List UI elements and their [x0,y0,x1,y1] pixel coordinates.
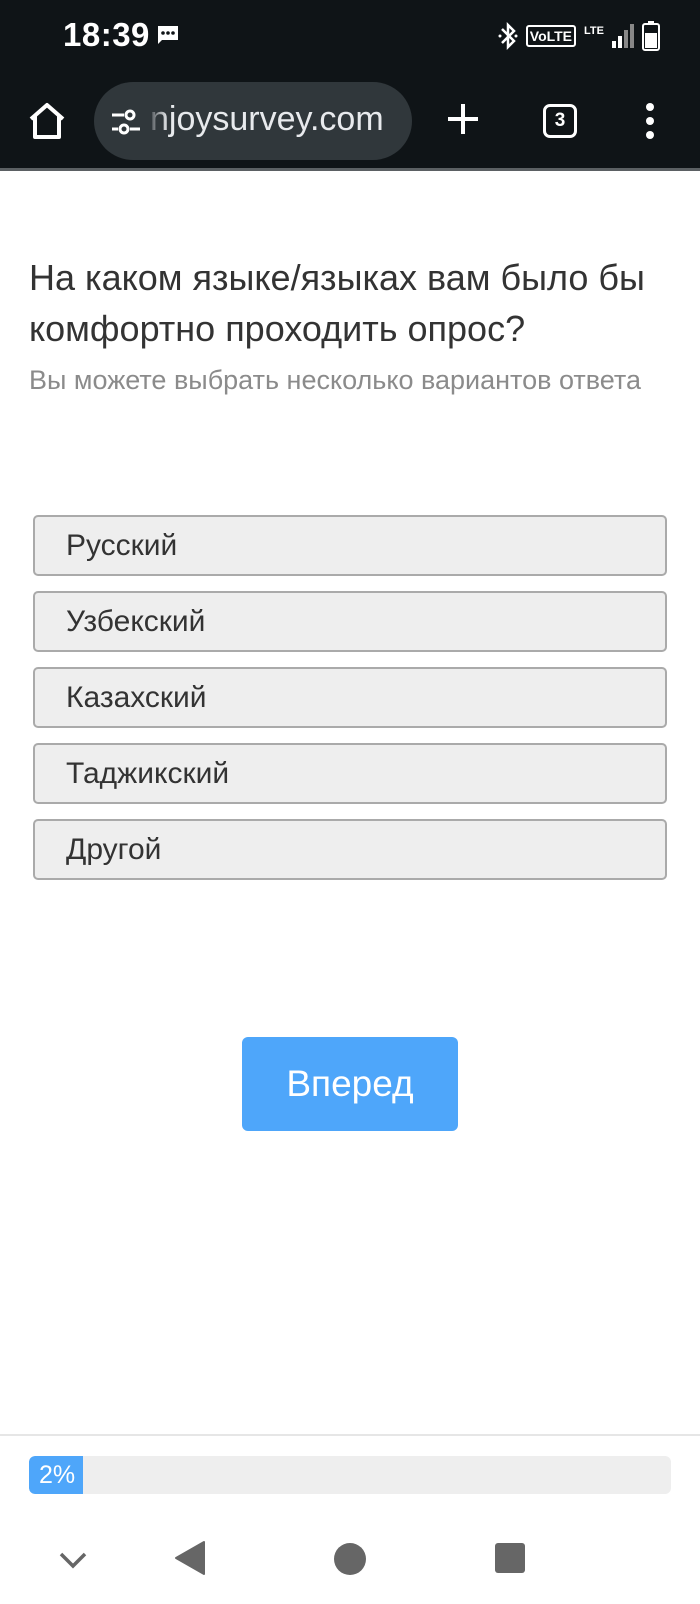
back-icon[interactable] [174,1540,206,1576]
option-uzbek[interactable]: Узбекский [33,591,667,652]
more-vert-icon[interactable] [644,101,656,141]
plus-icon[interactable] [446,102,480,136]
message-icon [158,26,178,44]
url-text[interactable]: njoysurvey.com [150,100,384,139]
question-hint: Вы можете выбрать несколько вариантов от… [29,365,641,395]
status-bar: 18:39 VoLTE LTE [0,0,700,74]
progress-bar: 2% [29,1456,671,1494]
answer-options: Русский Узбекский Казахский Таджикский Д… [33,515,667,895]
url-fade [146,82,168,160]
tune-icon[interactable] [110,108,142,136]
option-kazakh[interactable]: Казахский [33,667,667,728]
battery-icon [642,21,660,51]
tab-switcher-button[interactable]: 3 [543,104,577,138]
volte-indicator: VoLTE [525,25,577,47]
recents-icon[interactable] [494,1542,526,1574]
option-other[interactable]: Другой [33,819,667,880]
option-tajik[interactable]: Таджикский [33,743,667,804]
home-circle-icon[interactable] [333,1542,367,1576]
status-icons: VoLTE LTE [498,18,660,54]
url-bar[interactable]: njoysurvey.com [94,82,412,160]
question-title: На каком языке/языках вам было бы комфор… [29,257,645,349]
option-russian[interactable]: Русский [33,515,667,576]
footer-divider [0,1434,700,1436]
chevron-down-icon[interactable] [58,1550,88,1570]
signal-icon [612,24,634,48]
progress-label: 2% [39,1461,76,1489]
status-time: 18:39 [63,16,150,53]
home-icon[interactable] [26,100,68,142]
next-button[interactable]: Вперед [242,1037,458,1131]
browser-toolbar: njoysurvey.com 3 [0,74,700,171]
lte-indicator: LTE [584,25,604,37]
bluetooth-icon [498,21,518,51]
system-nav-bar [0,1520,700,1604]
